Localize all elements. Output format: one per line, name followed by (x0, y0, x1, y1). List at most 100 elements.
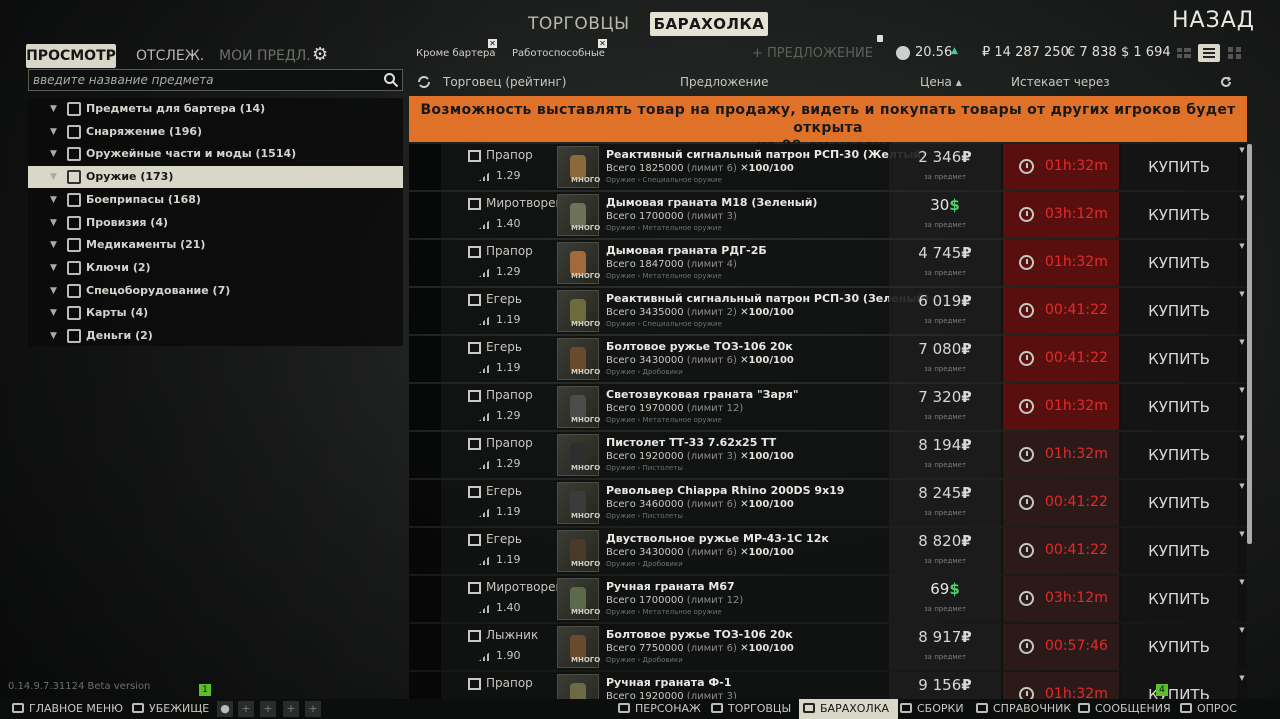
category-item[interactable]: ▼ Оружейные части и моды (1514) (28, 143, 403, 165)
nav-character[interactable]: ПЕРСОНАЖ (618, 699, 701, 719)
offer-row[interactable]: Прапор 1.29 МНОГО Пистолет ТТ-33 7.62x25 ТТ… (409, 432, 1247, 478)
column-price[interactable]: Цена ▴ (920, 70, 962, 94)
offer-row[interactable]: Миротворец 1.40 МНОГО Ручная граната М67 Все… (409, 576, 1247, 622)
item-name[interactable]: Болтовое ружье ТОЗ-106 20к (606, 628, 793, 641)
quick-slot[interactable]: + (283, 701, 299, 717)
filter-except-barter[interactable]: Кроме бартера ✕ (416, 39, 497, 62)
subtab-my-offers[interactable]: МОИ ПРЕДЛ. (219, 44, 311, 68)
chevron-down-icon[interactable]: ▼ (50, 212, 57, 234)
chevron-down-icon[interactable]: ▼ (1237, 145, 1247, 155)
offer-row[interactable]: Прапор 1.29 МНОГО Реактивный сигнальный пат… (409, 144, 1247, 190)
trader-name[interactable]: Егерь (486, 292, 522, 306)
filter-functional[interactable]: Работоспособные ✕ (512, 39, 607, 62)
chevron-down-icon[interactable]: ▼ (50, 257, 57, 279)
category-item[interactable]: ▼ Снаряжение (196) (28, 121, 403, 143)
category-item[interactable]: ▼ Боеприпасы (168) (28, 189, 403, 211)
refresh-icon[interactable] (1220, 76, 1232, 88)
offers-scrollbar[interactable] (1247, 144, 1252, 544)
tab-flea-market[interactable]: БАРАХОЛКА (650, 12, 768, 36)
item-name[interactable]: Двуствольное ружье МР-43-1С 12к (606, 532, 829, 545)
offer-row[interactable]: Егерь 1.19 МНОГО Револьвер Chiappa Rhino 20… (409, 480, 1247, 526)
chevron-down-icon[interactable]: ▼ (50, 189, 57, 211)
column-trader[interactable]: Торговец (рейтинг) (443, 70, 566, 94)
nav-flea-market[interactable]: БАРАХОЛКА (799, 699, 899, 719)
category-item[interactable]: ▼ Медикаменты (21) (28, 234, 403, 256)
nav-traders[interactable]: ТОРГОВЦЫ (711, 699, 791, 719)
add-offer-button[interactable]: + ПРЕДЛОЖЕНИЕ (752, 46, 873, 61)
item-name[interactable]: Ручная граната М67 (606, 580, 735, 593)
view-grid-list-icon[interactable] (1177, 46, 1191, 60)
close-icon[interactable]: ✕ (598, 39, 607, 48)
nav-builds[interactable]: СБОРКИ (900, 699, 964, 719)
nav-handbook[interactable]: СПРАВОЧНИК (976, 699, 1071, 719)
chevron-down-icon[interactable]: ▼ (50, 143, 57, 165)
trader-name[interactable]: Прапор (486, 436, 533, 450)
buy-button[interactable]: КУПИТЬ (1121, 192, 1237, 238)
buy-button[interactable]: КУПИТЬ (1121, 576, 1237, 622)
chevron-down-icon[interactable]: ▼ (1237, 481, 1247, 491)
chevron-down-icon[interactable]: ▼ (50, 98, 57, 120)
quick-slot[interactable]: + (238, 701, 254, 717)
buy-button[interactable]: КУПИТЬ (1121, 528, 1237, 574)
trader-name[interactable]: Миротворец (486, 580, 564, 594)
chevron-down-icon[interactable]: ▼ (1237, 625, 1247, 635)
quick-slot[interactable]: + (305, 701, 321, 717)
nav-hideout[interactable]: УБЕЖИЩЕ (132, 699, 209, 719)
chevron-down-icon[interactable]: ▼ (50, 280, 57, 302)
item-name[interactable]: Светозвуковая граната "Заря" (606, 388, 799, 401)
trader-name[interactable]: Прапор (486, 244, 533, 258)
offer-row[interactable]: Егерь 1.19 МНОГО Реактивный сигнальный патр… (409, 288, 1247, 334)
subtab-tracked[interactable]: ОТСЛЕЖ. (136, 44, 204, 68)
buy-button[interactable]: КУПИТЬ (1121, 384, 1237, 430)
chevron-down-icon[interactable]: ▼ (1237, 529, 1247, 539)
category-item[interactable]: ▼ Деньги (2) (28, 325, 403, 347)
buy-button[interactable]: КУПИТЬ (1121, 480, 1237, 526)
trader-name[interactable]: Прапор (486, 676, 533, 690)
category-item[interactable]: ▼ Оружие (173) (28, 166, 403, 189)
offer-row[interactable]: Прапор 1.29 МНОГО Дымовая граната РДГ-2Б Все… (409, 240, 1247, 286)
offer-row[interactable]: Егерь 1.19 МНОГО Двуствольное ружье МР-43-1… (409, 528, 1247, 574)
close-icon[interactable]: ✕ (488, 39, 497, 48)
search-icon[interactable] (383, 72, 399, 88)
category-item[interactable]: ▼ Карты (4) (28, 302, 403, 324)
trader-name[interactable]: Прапор (486, 148, 533, 162)
item-name[interactable]: Пистолет ТТ-33 7.62x25 ТТ (606, 436, 776, 449)
chevron-down-icon[interactable]: ▼ (1237, 193, 1247, 203)
offer-row[interactable]: Лыжник 1.90 МНОГО Болтовое ружье ТОЗ-106 20… (409, 624, 1247, 670)
trader-name[interactable]: Егерь (486, 484, 522, 498)
trader-name[interactable]: Егерь (486, 340, 522, 354)
tab-traders[interactable]: ТОРГОВЦЫ (528, 12, 630, 36)
offer-row[interactable]: Прапор 1.29 МНОГО Светозвуковая граната "За… (409, 384, 1247, 430)
trader-name[interactable]: Егерь (486, 532, 522, 546)
chevron-down-icon[interactable]: ▼ (50, 234, 57, 256)
item-name[interactable]: Дымовая граната РДГ-2Б (606, 244, 767, 257)
view-grid-icon[interactable] (1228, 46, 1242, 60)
view-list-icon[interactable] (1198, 44, 1220, 62)
gear-icon[interactable]: ⚙ (312, 46, 330, 64)
item-name[interactable]: Револьвер Chiappa Rhino 200DS 9x19 (606, 484, 844, 497)
buy-button[interactable]: КУПИТЬ (1121, 240, 1237, 286)
category-item[interactable]: ▼ Ключи (2) (28, 257, 403, 279)
chevron-down-icon[interactable]: ▼ (1237, 241, 1247, 251)
item-name[interactable]: Болтовое ружье ТОЗ-106 20к (606, 340, 793, 353)
chevron-down-icon[interactable]: ▼ (1237, 385, 1247, 395)
trader-name[interactable]: Прапор (486, 388, 533, 402)
search-input[interactable] (33, 72, 373, 88)
buy-button[interactable]: КУПИТЬ (1121, 624, 1237, 670)
chevron-down-icon[interactable]: ▼ (50, 166, 57, 188)
buy-button[interactable]: КУПИТЬ (1121, 336, 1237, 382)
chevron-down-icon[interactable]: ▼ (50, 325, 57, 347)
buy-button[interactable]: КУПИТЬ (1121, 144, 1237, 190)
chevron-down-icon[interactable]: ▼ (1237, 673, 1247, 683)
chevron-down-icon[interactable]: ▼ (50, 302, 57, 324)
offer-row[interactable]: Миротворец 1.40 МНОГО Дымовая граната M18 (… (409, 192, 1247, 238)
category-item[interactable]: ▼ Спецоборудование (7) (28, 280, 403, 302)
category-item[interactable]: ▼ Провизия (4) (28, 212, 403, 234)
chevron-down-icon[interactable]: ▼ (1237, 289, 1247, 299)
trader-name[interactable]: Лыжник (486, 628, 538, 642)
category-item[interactable]: ▼ Предметы для бартера (14) (28, 98, 403, 120)
column-expires[interactable]: Истекает через (1011, 70, 1110, 94)
chevron-down-icon[interactable]: ▼ (50, 121, 57, 143)
chevron-down-icon[interactable]: ▼ (1237, 433, 1247, 443)
nav-survey[interactable]: ОПРОС (1180, 699, 1237, 719)
